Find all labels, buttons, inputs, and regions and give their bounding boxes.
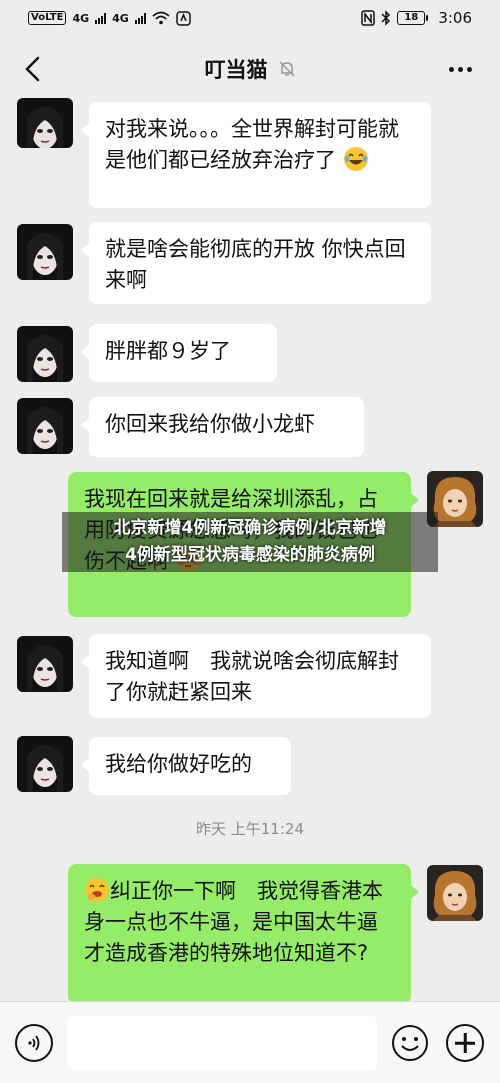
message-timestamp: 昨天 上午11:24	[196, 820, 304, 838]
status-left: VoLTE 4G 4G	[28, 10, 191, 26]
signal-icon-2	[134, 12, 146, 24]
message-bubble-in[interactable]: 就是啥会能彻底的开放 你快点回来啊	[81, 222, 431, 304]
bluetooth-icon	[381, 10, 391, 26]
avatar[interactable]	[17, 736, 73, 792]
voice-icon	[28, 1035, 40, 1051]
clock: 3:06	[438, 9, 472, 27]
signal-icon	[95, 12, 107, 24]
overlay-caption: 北京新增4例新冠确诊病例/北京新增 4例新型冠状病毒感染的肺炎病例	[62, 512, 438, 572]
message-bubble-out[interactable]: 纠正你一下啊 我觉得香港本身一点也不牛逼，是中国太牛逼才造成香港的特殊地位知道不…	[68, 864, 419, 1004]
my-avatar[interactable]	[427, 865, 483, 921]
more-button[interactable]	[442, 54, 478, 84]
plus-button[interactable]	[446, 1024, 484, 1062]
battery-icon: 18	[397, 11, 429, 25]
notification-icon	[176, 10, 191, 26]
message-bubble-in[interactable]: 我给你做好吃的	[81, 737, 291, 795]
message-bubble-in[interactable]: 我知道啊 我就说啥会彻底解封了你就赶紧回来	[81, 634, 431, 718]
message-bubble-in[interactable]: 胖胖都９岁了	[81, 324, 277, 382]
message-text: 你回来我给你做小龙虾	[105, 412, 315, 436]
message-text: 我给你做好吃的	[105, 752, 252, 776]
caption-line-1: 北京新增4例新冠确诊病例/北京新增	[113, 518, 387, 538]
network-type-2: 4G	[112, 11, 129, 25]
chat-title: 叮当猫	[204, 58, 268, 82]
emoji-button[interactable]	[391, 1024, 429, 1062]
face-with-hand-emoji-icon	[85, 878, 109, 902]
chat-header: 叮当猫	[0, 36, 500, 102]
more-dots-icon	[448, 66, 454, 72]
message-bubble-in[interactable]: 对我来说。。。全世界解封可能就是他们都已经放弃治疗了	[81, 102, 431, 208]
message-bubble-in[interactable]: 你回来我给你做小龙虾	[81, 397, 364, 457]
network-type-1: 4G	[72, 11, 90, 25]
message-text: 胖胖都９岁了	[105, 339, 231, 363]
back-button[interactable]	[12, 49, 52, 89]
status-bar: VoLTE 4G 4G 18 3:06	[0, 0, 500, 36]
volte-indicator: VoLTE	[28, 11, 67, 25]
message-text: 纠正你一下啊 我觉得香港本身一点也不牛逼，是中国太牛逼才造成香港的特殊地位知道不…	[84, 879, 383, 965]
message-text: 我知道啊 我就说啥会彻底解封了你就赶紧回来	[105, 649, 399, 704]
message-text: 就是啥会能彻底的开放 你快点回来啊	[105, 237, 406, 292]
avatar[interactable]	[17, 636, 73, 692]
status-right: 18 3:06	[361, 9, 472, 27]
nfc-icon	[361, 10, 376, 26]
emoji-icon	[392, 1025, 428, 1061]
battery-level: 18	[397, 11, 426, 25]
bell-off-icon	[278, 61, 295, 77]
voice-button[interactable]	[15, 1024, 53, 1062]
chevron-left-icon	[25, 56, 40, 82]
avatar[interactable]	[17, 98, 73, 148]
wifi-icon	[152, 11, 170, 25]
message-input[interactable]	[67, 1016, 377, 1070]
header-title-group: 叮当猫	[205, 54, 296, 84]
avatar[interactable]	[17, 398, 73, 454]
caption-line-2: 4例新型冠状病毒感染的肺炎病例	[125, 545, 375, 565]
laughing-tears-emoji-icon	[343, 147, 368, 171]
avatar[interactable]	[17, 326, 73, 382]
avatar[interactable]	[17, 224, 73, 280]
input-bar	[0, 1001, 500, 1083]
